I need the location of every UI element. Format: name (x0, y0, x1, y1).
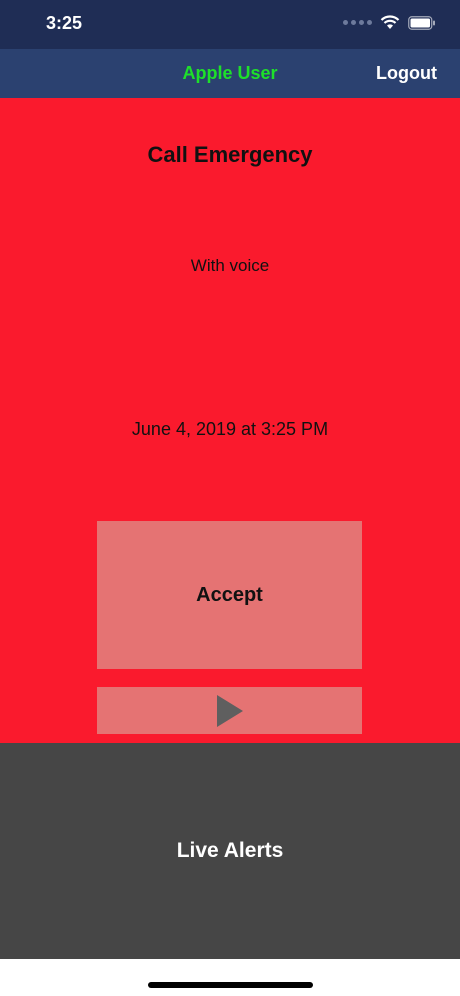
emergency-alert-panel: Call Emergency With voice June 4, 2019 a… (0, 98, 460, 743)
home-indicator-area (0, 959, 460, 996)
status-icons (343, 15, 436, 30)
play-icon (216, 694, 243, 727)
status-time: 3:25 (46, 13, 83, 33)
alert-subtitle: With voice (190, 256, 270, 275)
live-alerts-button[interactable]: Live Alerts (0, 743, 460, 959)
alert-timestamp: June 4, 2019 at 3:25 PM (131, 419, 329, 439)
accept-button[interactable]: Accept (97, 521, 362, 669)
wifi-icon (380, 15, 400, 29)
battery-icon (408, 15, 435, 30)
play-button[interactable] (97, 687, 362, 734)
logout-button[interactable]: Logout (376, 63, 437, 84)
alert-title: Call Emergency (147, 142, 313, 167)
home-indicator[interactable] (148, 982, 313, 988)
live-alerts-label: Live Alerts (176, 839, 284, 862)
status-bar: 3:25 (0, 0, 460, 49)
signal-icon (343, 20, 372, 25)
nav-bar: Apple User Logout (0, 49, 460, 98)
